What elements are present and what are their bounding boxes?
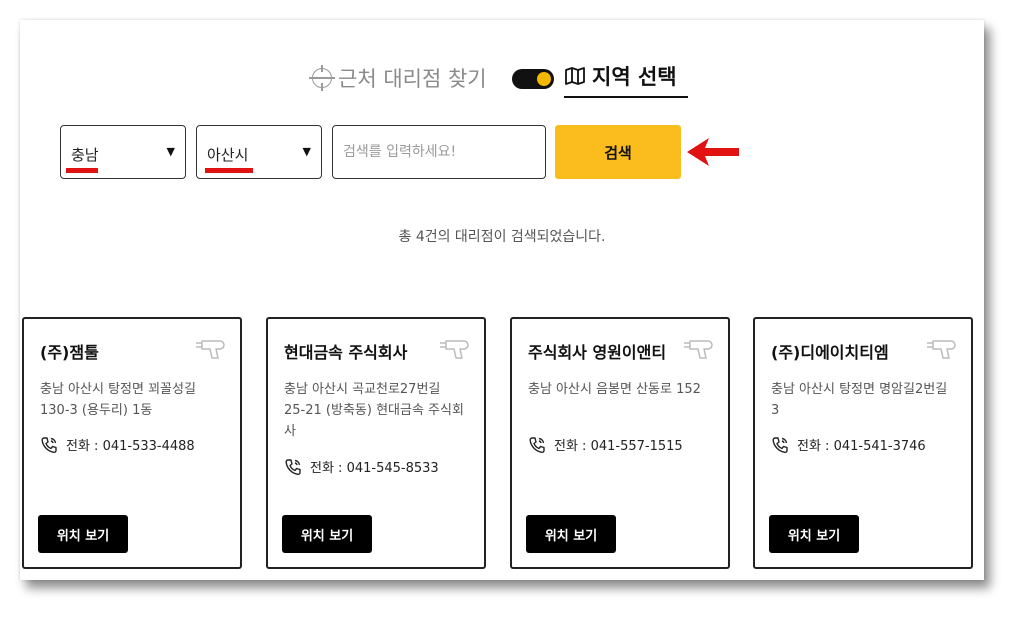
crosshair-icon bbox=[309, 65, 335, 91]
result-count: 총 4건의 대리점이 검색되었습니다. bbox=[398, 229, 606, 245]
dealer-address: 충남 아산시 탕정면 명암길2번길 3 bbox=[771, 382, 948, 418]
red-underline-annotation bbox=[66, 168, 98, 173]
province-select[interactable]: 충남 ▼ bbox=[60, 125, 186, 179]
dealer-name: (주)잼툴 bbox=[40, 343, 99, 362]
tab-region-select[interactable]: 지역 선택 bbox=[564, 58, 688, 98]
dealer-name: (주)디에이치티엠 bbox=[771, 343, 889, 362]
dealer-phone: 전화 : 041-533-4488 bbox=[40, 435, 195, 454]
dealer-phone: 전화 : 041-545-8533 bbox=[284, 457, 439, 476]
tab-region-label: 지역 선택 bbox=[592, 65, 677, 89]
red-underline-annotation bbox=[205, 168, 253, 173]
drill-icon bbox=[194, 337, 226, 365]
dealer-phone-text: 전화 : 041-557-1515 bbox=[554, 439, 683, 454]
red-arrow-annotation-icon bbox=[685, 135, 741, 173]
dealer-phone: 전화 : 041-557-1515 bbox=[528, 435, 683, 454]
dealer-name: 주식회사 영원이앤티 bbox=[528, 343, 667, 362]
phone-icon bbox=[528, 436, 546, 454]
map-icon bbox=[564, 66, 586, 86]
view-location-button[interactable]: 위치 보기 bbox=[282, 515, 372, 553]
view-location-button[interactable]: 위치 보기 bbox=[769, 515, 859, 553]
dealer-card: (주)디에이치티엠 충남 아산시 탕정면 명암길2번길 3 전화 : 041-5… bbox=[753, 317, 973, 569]
phone-icon bbox=[40, 436, 58, 454]
drill-icon bbox=[438, 337, 470, 365]
view-location-button[interactable]: 위치 보기 bbox=[38, 515, 128, 553]
dealer-phone: 전화 : 041-541-3746 bbox=[771, 435, 926, 454]
dealer-cards: (주)잼툴 충남 아산시 탕정면 꾀꼴성길 130-3 (용두리) 1동 전화 … bbox=[22, 317, 982, 571]
tab-nearby-label: 근처 대리점 찾기 bbox=[338, 67, 487, 91]
dealer-search-panel: 근처 대리점 찾기 지역 선택 충남 ▼ 아산시 ▼ 검색를 입력하세요! 검색… bbox=[20, 20, 984, 580]
dealer-name: 현대금속 주식회사 bbox=[284, 343, 408, 362]
mode-toggle[interactable] bbox=[512, 69, 554, 89]
dealer-phone-text: 전화 : 041-533-4488 bbox=[66, 439, 195, 454]
search-input[interactable] bbox=[332, 125, 546, 179]
caret-down-icon: ▼ bbox=[166, 145, 175, 158]
mode-tabs: 근처 대리점 찾기 지역 선택 bbox=[20, 58, 984, 102]
search-row: 충남 ▼ 아산시 ▼ 검색 bbox=[60, 125, 940, 179]
city-value: 아산시 bbox=[207, 146, 249, 164]
tab-nearby-dealers[interactable]: 근처 대리점 찾기 bbox=[309, 58, 487, 98]
dealer-card: 현대금속 주식회사 충남 아산시 곡교천로27번길 25-21 (방축동) 현대… bbox=[266, 317, 486, 569]
dealer-address: 충남 아산시 음봉면 산동로 152 bbox=[528, 382, 701, 397]
dealer-card: 주식회사 영원이앤티 충남 아산시 음봉면 산동로 152 전화 : 041-5… bbox=[510, 317, 730, 569]
dealer-address: 충남 아산시 탕정면 꾀꼴성길 130-3 (용두리) 1동 bbox=[40, 382, 196, 418]
drill-icon bbox=[682, 337, 714, 365]
caret-down-icon: ▼ bbox=[302, 145, 311, 158]
dealer-phone-text: 전화 : 041-545-8533 bbox=[310, 461, 439, 476]
toggle-knob bbox=[537, 72, 551, 86]
dealer-card: (주)잼툴 충남 아산시 탕정면 꾀꼴성길 130-3 (용두리) 1동 전화 … bbox=[22, 317, 242, 569]
phone-icon bbox=[284, 458, 302, 476]
city-select[interactable]: 아산시 ▼ bbox=[196, 125, 322, 179]
search-button[interactable]: 검색 bbox=[555, 125, 681, 179]
view-location-button[interactable]: 위치 보기 bbox=[526, 515, 616, 553]
phone-icon bbox=[771, 436, 789, 454]
province-value: 충남 bbox=[71, 146, 99, 164]
drill-icon bbox=[925, 337, 957, 365]
dealer-phone-text: 전화 : 041-541-3746 bbox=[797, 439, 926, 454]
dealer-address: 충남 아산시 곡교천로27번길 25-21 (방축동) 현대금속 주식회사 bbox=[284, 382, 464, 439]
